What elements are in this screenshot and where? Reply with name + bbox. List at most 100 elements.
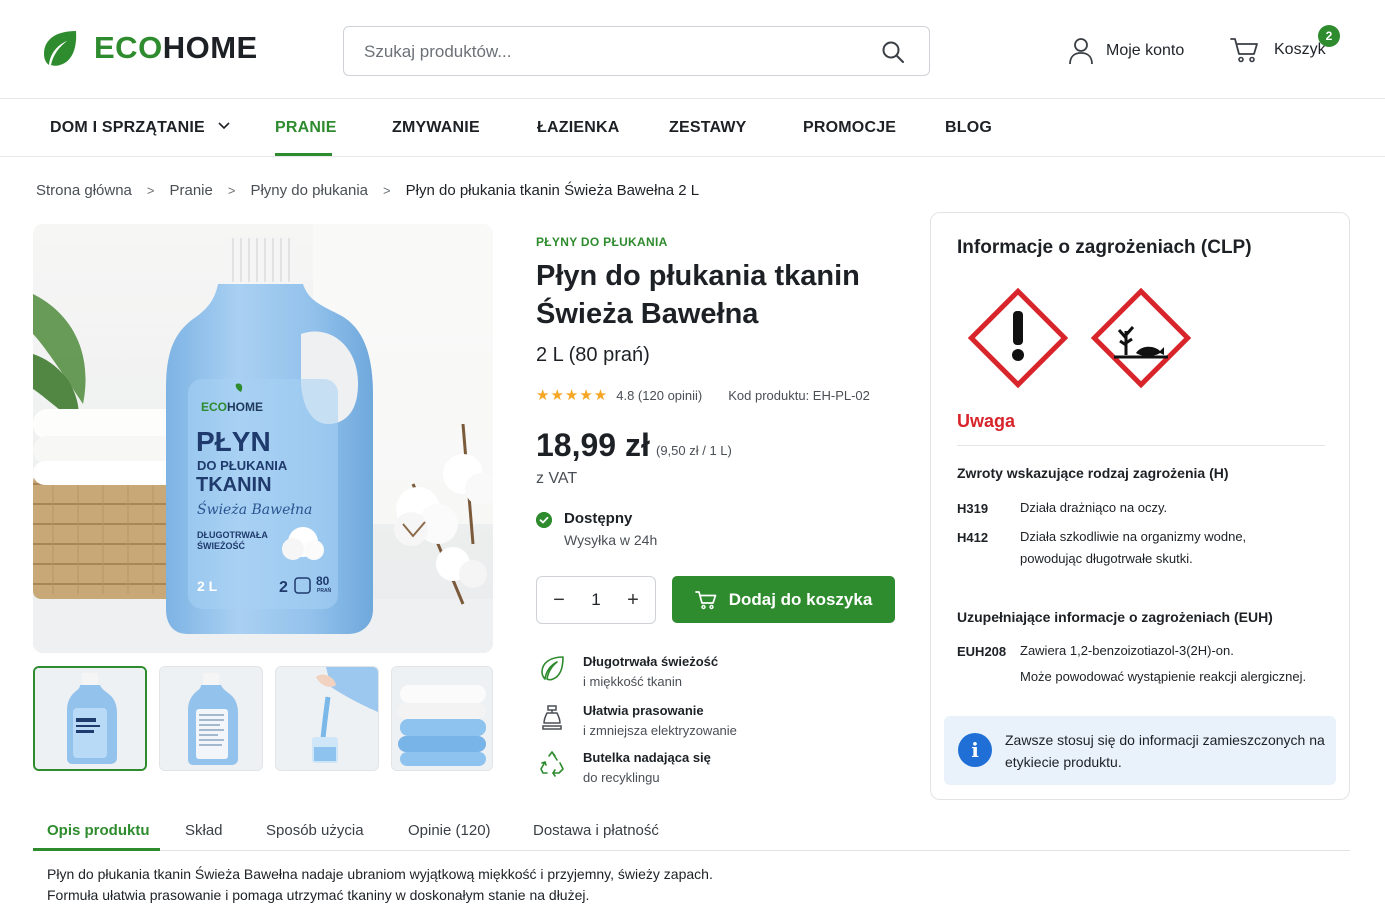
divider <box>957 445 1325 446</box>
check-circle-icon <box>536 512 552 528</box>
tab-active-indicator <box>33 848 160 851</box>
feature-title: Ułatwia prasowanie <box>583 703 704 718</box>
shipping-info: Wysyłka w 24h <box>564 532 658 548</box>
chevron-down-icon <box>217 122 230 130</box>
search-icon[interactable] <box>881 40 905 64</box>
bottle-line5: DŁUGOTRWAŁA <box>197 530 268 540</box>
rating-text[interactable]: 4.8 (120 opinii) <box>616 388 702 403</box>
nav-item-label: DOM I SPRZĄTANIE <box>50 119 205 136</box>
nav-item-pranie[interactable]: PRANIE <box>275 119 337 137</box>
tab-dostawa[interactable]: Dostawa i płatność <box>533 822 659 839</box>
search-bar <box>343 26 930 76</box>
leaf-icon <box>541 656 564 681</box>
svg-text:ECOHOME: ECOHOME <box>201 400 263 414</box>
feature-subtitle: i zmniejsza elektryzowanie <box>583 723 737 738</box>
bottle-line6: ŚWIEŻOŚĆ <box>197 540 246 551</box>
logo-text: ECOHOME <box>94 30 258 66</box>
tab-opis-produktu[interactable]: Opis produktu <box>47 822 150 839</box>
signal-word: Uwaga <box>957 411 1016 431</box>
vat-label: z VAT <box>536 470 578 487</box>
bottle-front-thumbnail <box>35 668 145 769</box>
breadcrumb-plyny[interactable]: Płyny do płukania <box>250 182 368 199</box>
exclamation-pictogram-icon <box>967 287 1069 389</box>
account-label: Moje konto <box>1106 42 1185 59</box>
info-icon: i <box>958 733 992 767</box>
logo[interactable]: ECOHOME <box>40 28 258 68</box>
quantity-value[interactable]: 1 <box>591 590 600 610</box>
towels-thumbnail <box>392 667 492 770</box>
bottle-brand-home: HOME <box>227 400 263 414</box>
decrease-quantity-button[interactable]: − <box>551 589 567 612</box>
environment-pictogram-icon <box>1090 287 1192 389</box>
h-text: Działa drażniąco na oczy. <box>1020 500 1168 515</box>
nav-item-promocje[interactable]: PROMOCJE <box>803 119 896 137</box>
add-to-cart-label: Dodaj do koszyka <box>728 589 873 609</box>
product-price: 18,99 zł <box>536 427 650 463</box>
increase-quantity-button[interactable]: + <box>625 589 641 612</box>
product-main-image[interactable]: ECOHOME PŁYN DO PŁUKANIA TKANIN Świeża B… <box>33 224 493 653</box>
tab-opinie[interactable]: Opinie (120) <box>408 822 491 839</box>
info-notice: i Zawsze stosuj się do informacji zamies… <box>944 716 1336 785</box>
thumbnail-back[interactable] <box>159 666 263 771</box>
bottle-volume: 2 L <box>197 578 218 594</box>
leaf-logo-icon <box>44 31 77 66</box>
product-title: Płyn do płukania tkanin Świeża Bawełna <box>536 260 860 330</box>
product-category[interactable]: PŁYNY DO PŁUKANIA <box>536 235 668 249</box>
bottle-brand-eco: ECO <box>201 400 227 414</box>
breadcrumb: Strona główna > Pranie > Płyny do płukan… <box>36 182 699 199</box>
h-statements-heading: Zwroty wskazujące rodzaj zagrożenia (H) <box>957 465 1229 481</box>
site-header: ECOHOME Moje konto Koszyk 2 <box>0 0 1385 99</box>
description-line: Formuła ułatwia prasowanie i pomaga utrz… <box>47 887 590 903</box>
bottle-washes: 80 <box>316 574 330 588</box>
nav-item-blog[interactable]: BLOG <box>945 119 992 137</box>
euh-code: EUH208 <box>957 644 1007 659</box>
hazard-title: Informacje o zagrożeniach (CLP) <box>957 237 1252 258</box>
breadcrumb-separator-icon: > <box>146 183 155 198</box>
bottle-washes-label: PRAŃ <box>317 586 332 594</box>
cart-label: Koszyk <box>1274 41 1326 58</box>
h-code: H319 <box>957 501 989 516</box>
thumbnail-towels[interactable] <box>391 666 493 771</box>
unit-price: (9,50 zł / 1 L) <box>656 443 732 458</box>
search-input[interactable] <box>364 39 864 65</box>
nav-item-dom[interactable]: DOM I SPRZĄTANIE <box>50 119 230 137</box>
product-code: Kod produktu: EH-PL-02 <box>728 387 870 403</box>
euh-text-2: Może powodować wystąpienie reakcji alerg… <box>1020 669 1307 684</box>
tab-sposob-uzycia[interactable]: Sposób użycia <box>266 822 364 839</box>
tab-sklad[interactable]: Skład <box>185 822 223 839</box>
thumbnail-front[interactable] <box>33 666 147 771</box>
stock-label: Dostępny <box>564 510 633 527</box>
breadcrumb-separator-icon: > <box>227 183 236 198</box>
cart-icon <box>694 590 717 609</box>
quantity-stepper: − 1 + <box>536 576 656 624</box>
hazard-info-card: Informacje o zagrożeniach (CLP) Uwaga Zw… <box>930 212 1350 800</box>
rating-stars-icon: ★★★★★ <box>536 387 609 404</box>
nav-item-zmywanie[interactable]: ZMYWANIE <box>392 119 480 137</box>
info-text: Zawsze stosuj się do informacji zamieszc… <box>1005 732 1325 770</box>
pouring-thumbnail <box>276 667 378 770</box>
bottle-back-thumbnail <box>160 667 262 770</box>
euh-text: Zawiera 1,2-benzoizotiazol-3(2H)-on. <box>1020 643 1234 658</box>
bottle-line2: DO PŁUKANIA <box>197 458 288 473</box>
nav-item-lazienka[interactable]: ŁAZIENKA <box>537 119 619 137</box>
feature-title: Długotrwała świeżość <box>583 654 719 669</box>
cart-icon <box>1230 38 1258 63</box>
breadcrumb-current: Płyn do płukania tkanin Świeża Bawełna 2… <box>405 182 700 199</box>
breadcrumb-home[interactable]: Strona główna <box>36 182 132 199</box>
account-link[interactable]: Moje konto <box>1068 37 1184 65</box>
bottle-line3: TKANIN <box>196 474 272 496</box>
recycle-icon <box>540 751 564 777</box>
product-tabs: Opis produktu Skład Sposób użycia Opinie… <box>33 812 1350 851</box>
feature-subtitle: i miękkość tkanin <box>583 674 682 689</box>
product-description: Płyn do płukania tkanin Świeża Bawełna n… <box>47 864 807 906</box>
add-to-cart-button[interactable]: Dodaj do koszyka <box>672 576 895 623</box>
euh-statements-heading: Uzupełniające informacje o zagrożeniach … <box>957 609 1273 625</box>
breadcrumb-pranie[interactable]: Pranie <box>170 182 213 199</box>
thumbnail-pouring[interactable] <box>275 666 379 771</box>
iron-icon <box>542 705 562 730</box>
bottle-line4: Świeża Bawełna <box>197 500 312 518</box>
logo-eco: ECO <box>94 30 163 65</box>
nav-item-zestawy[interactable]: ZESTAWY <box>669 119 747 137</box>
cart-link[interactable]: Koszyk 2 <box>1230 25 1340 64</box>
h-code: H412 <box>957 530 989 545</box>
